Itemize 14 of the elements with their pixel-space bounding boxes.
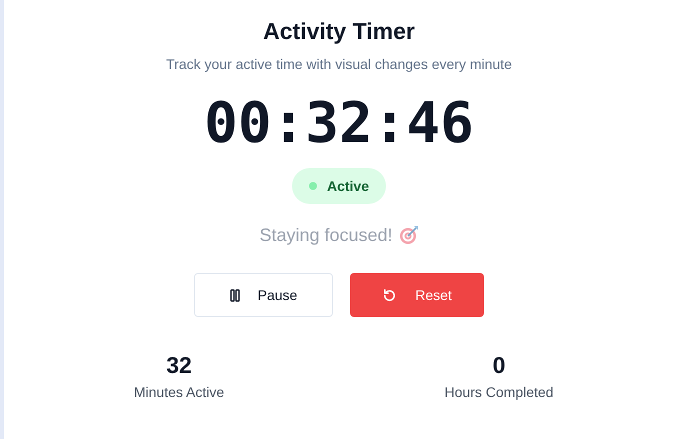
status-badge: Active bbox=[292, 168, 386, 204]
reset-icon bbox=[382, 288, 398, 302]
subtitle: Track your active time with visual changes every minute bbox=[166, 55, 512, 73]
pause-icon bbox=[230, 288, 240, 302]
status-message: Staying focused! bbox=[259, 224, 393, 246]
stat-label: Hours Completed bbox=[444, 383, 554, 401]
stat-label: Minutes Active bbox=[134, 383, 224, 401]
reset-button[interactable]: Reset bbox=[350, 273, 484, 317]
stat-value: 32 bbox=[166, 351, 192, 379]
timer-display: 00:32:46 bbox=[204, 91, 474, 157]
pause-button[interactable]: Pause bbox=[194, 273, 333, 317]
page-title: Activity Timer bbox=[263, 17, 415, 45]
target-icon bbox=[398, 225, 419, 245]
stat-value: 0 bbox=[492, 351, 506, 379]
